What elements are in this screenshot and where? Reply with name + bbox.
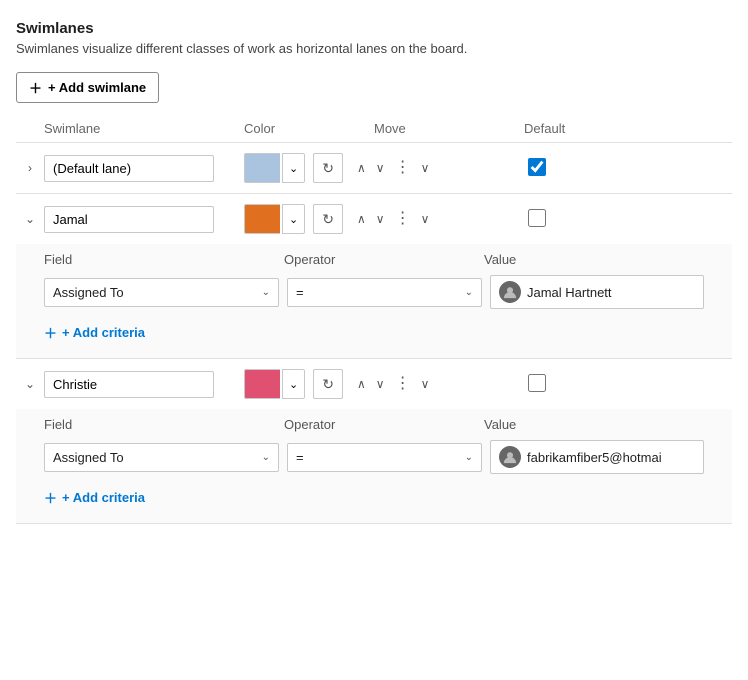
value-display-christie[interactable]: fabrikamfiber5@hotmai	[490, 440, 704, 474]
move-up-default[interactable]: ∧	[354, 159, 369, 177]
criteria-section-jamal: Field Operator Value Assigned To ⌄ = ⌄	[16, 244, 732, 358]
field-arrow-jamal: ⌄	[262, 287, 270, 298]
add-swimlane-button[interactable]: ＋ + Add swimlane	[16, 72, 159, 103]
value-display-jamal[interactable]: Jamal Hartnett	[490, 275, 704, 309]
field-select-jamal[interactable]: Assigned To ⌄	[44, 278, 279, 307]
color-swatch-jamal	[244, 204, 280, 234]
criteria-section-christie: Field Operator Value Assigned To ⌄ = ⌄	[16, 409, 732, 523]
refresh-btn-jamal[interactable]: ↻	[313, 204, 343, 234]
field-value-christie: Assigned To	[53, 450, 124, 465]
color-swatch-christie	[244, 369, 280, 399]
operator-label-christie: Operator	[284, 417, 484, 432]
expand-arrow-christie[interactable]: ∨	[418, 375, 433, 393]
field-value-jamal: Assigned To	[53, 285, 124, 300]
move-up-jamal[interactable]: ∧	[354, 210, 369, 228]
add-criteria-label-christie: + Add criteria	[62, 490, 145, 505]
color-dropdown-jamal[interactable]: ⌄	[282, 204, 305, 234]
add-swimlane-label: + Add swimlane	[48, 80, 146, 95]
expand-christie-btn[interactable]: ⌄	[16, 375, 44, 393]
field-label-christie: Field	[44, 417, 284, 432]
page-title: Swimlanes	[16, 20, 732, 37]
lane-name-input-jamal[interactable]	[44, 206, 214, 233]
operator-arrow-christie: ⌄	[465, 452, 473, 463]
value-text-jamal: Jamal Hartnett	[527, 285, 612, 300]
lane-name-input-default[interactable]	[44, 155, 214, 182]
col-color: Color	[244, 121, 354, 136]
value-label-jamal: Value	[484, 252, 704, 267]
operator-select-jamal[interactable]: = ⌄	[287, 278, 482, 307]
operator-select-christie[interactable]: = ⌄	[287, 443, 482, 472]
swimlane-block-jamal: ⌄ ⌄ ↻ ∧ ∨ ⋮ ∨ Field Operator Value Assig…	[16, 194, 732, 359]
avatar-jamal	[499, 281, 521, 303]
value-text-christie: fabrikamfiber5@hotmai	[527, 450, 662, 465]
value-label-christie: Value	[484, 417, 704, 432]
expand-jamal-btn[interactable]: ⌄	[16, 210, 44, 228]
more-options-jamal[interactable]: ⋮	[392, 209, 414, 229]
add-criteria-christie[interactable]: ＋ + Add criteria	[44, 484, 145, 511]
col-swimlane: Swimlane	[44, 121, 244, 136]
columns-header: Swimlane Color Move Default	[16, 121, 732, 143]
refresh-btn-default[interactable]: ↻	[313, 153, 343, 183]
add-criteria-label-jamal: + Add criteria	[62, 325, 145, 340]
operator-label-jamal: Operator	[284, 252, 484, 267]
refresh-btn-christie[interactable]: ↻	[313, 369, 343, 399]
col-move: Move	[354, 121, 514, 136]
default-checkbox-christie[interactable]	[528, 374, 546, 392]
move-down-jamal[interactable]: ∨	[373, 210, 388, 228]
color-dropdown-christie[interactable]: ⌄	[282, 369, 305, 399]
avatar-christie	[499, 446, 521, 468]
swimlane-block-christie: ⌄ ⌄ ↻ ∧ ∨ ⋮ ∨ Field Operator Value Assig…	[16, 359, 732, 524]
default-checkbox-default[interactable]	[528, 158, 546, 176]
lane-name-input-christie[interactable]	[44, 371, 214, 398]
more-options-default[interactable]: ⋮	[392, 158, 414, 178]
more-options-christie[interactable]: ⋮	[392, 374, 414, 394]
expand-arrow-jamal[interactable]: ∨	[418, 210, 433, 228]
move-up-christie[interactable]: ∧	[354, 375, 369, 393]
plus-icon: ＋	[29, 78, 42, 97]
field-select-christie[interactable]: Assigned To ⌄	[44, 443, 279, 472]
operator-value-jamal: =	[296, 285, 304, 300]
swimlane-block-default: › ⌄ ↻ ∧ ∨ ⋮ ∨	[16, 143, 732, 194]
page-description: Swimlanes visualize different classes of…	[16, 41, 732, 56]
add-criteria-jamal[interactable]: ＋ + Add criteria	[44, 319, 145, 346]
move-down-christie[interactable]: ∨	[373, 375, 388, 393]
plus-icon-christie: ＋	[44, 488, 57, 507]
field-arrow-christie: ⌄	[262, 452, 270, 463]
col-default: Default	[514, 121, 594, 136]
move-down-default[interactable]: ∨	[373, 159, 388, 177]
color-swatch-default	[244, 153, 280, 183]
default-checkbox-jamal[interactable]	[528, 209, 546, 227]
operator-arrow-jamal: ⌄	[465, 287, 473, 298]
operator-value-christie: =	[296, 450, 304, 465]
expand-arrow-default[interactable]: ∨	[418, 159, 433, 177]
plus-icon-jamal: ＋	[44, 323, 57, 342]
expand-default-btn[interactable]: ›	[16, 159, 44, 177]
color-dropdown-default[interactable]: ⌄	[282, 153, 305, 183]
field-label-jamal: Field	[44, 252, 284, 267]
